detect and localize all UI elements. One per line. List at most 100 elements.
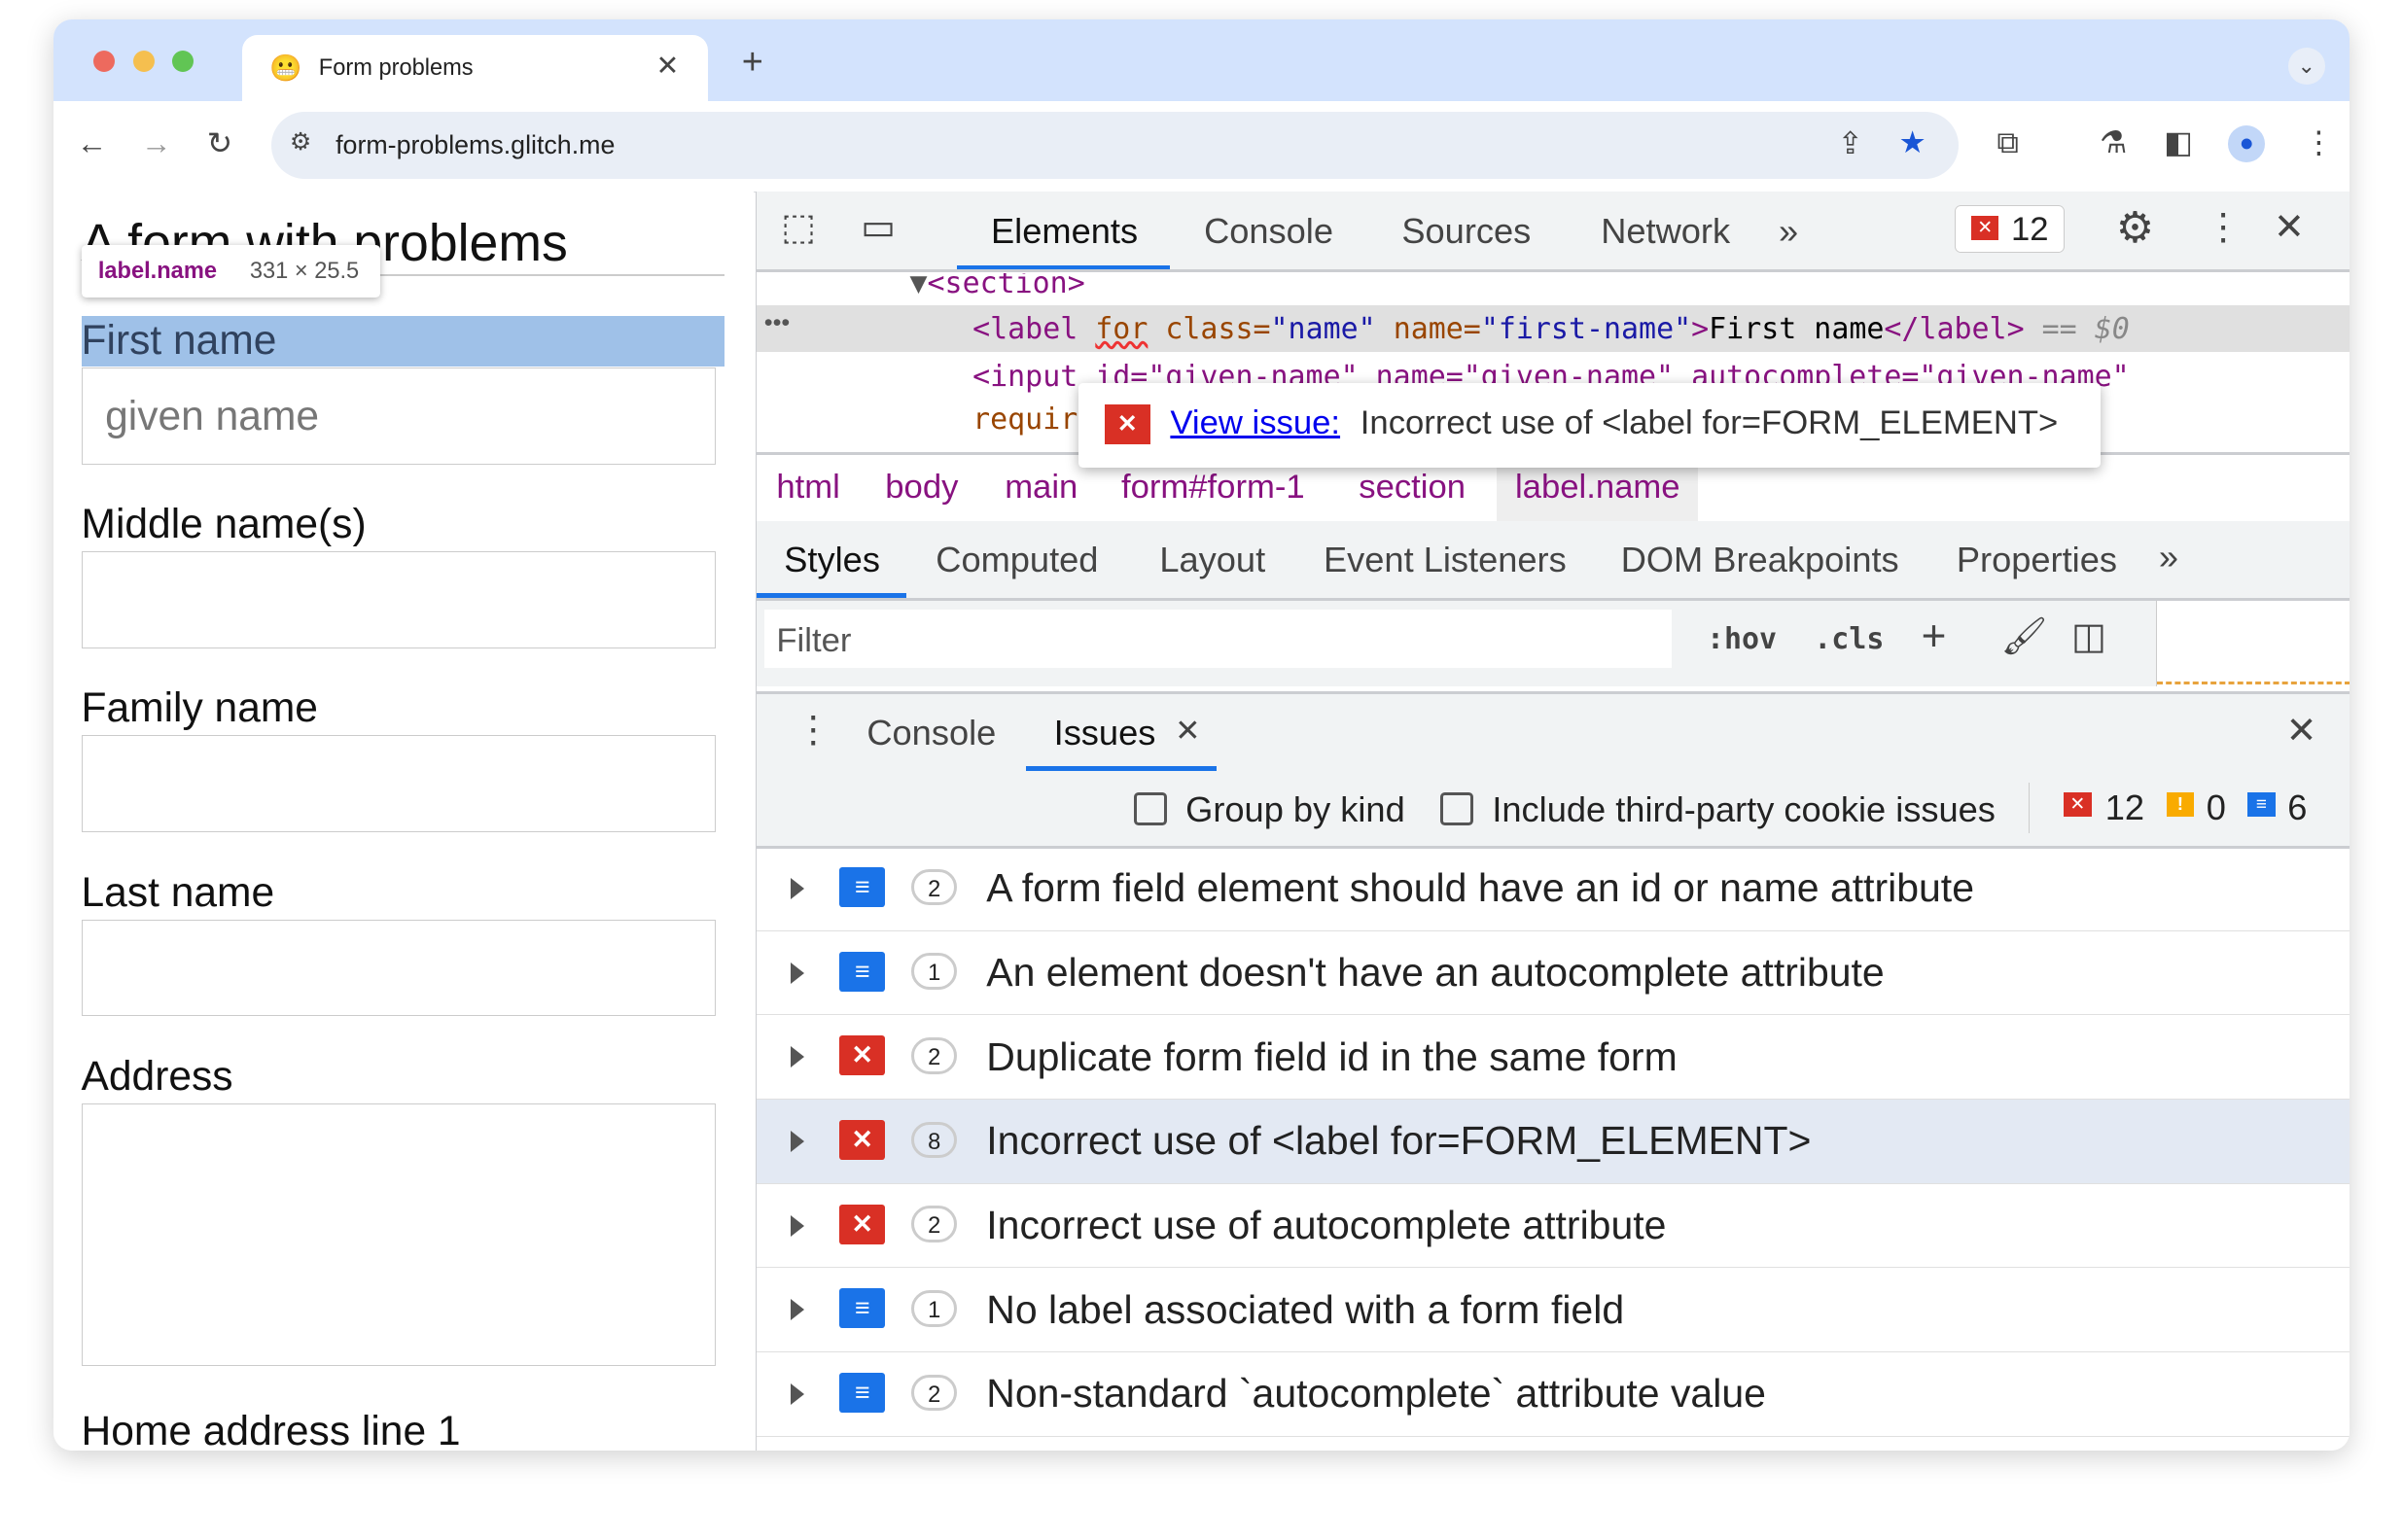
- reload-icon[interactable]: ↻: [207, 128, 232, 159]
- error-icon: ✕: [1971, 215, 1999, 240]
- close-tab-icon[interactable]: ✕: [655, 52, 679, 80]
- favicon-icon: 😬: [269, 52, 302, 83]
- new-tab-icon[interactable]: +: [742, 44, 763, 82]
- error-count: 12: [2010, 210, 2049, 248]
- extensions-icon[interactable]: ⧉: [1997, 126, 2019, 158]
- devtools-menu-icon[interactable]: ⋮: [2205, 209, 2242, 247]
- settings-gear-icon[interactable]: ⚙: [2116, 206, 2155, 250]
- filter-input[interactable]: Filter: [763, 610, 1672, 669]
- issue-row[interactable]: ≡ 1 An element doesn't have an autocompl…: [756, 931, 2350, 1016]
- new-style-rule-icon[interactable]: +: [1922, 615, 1947, 658]
- expand-arrow-icon[interactable]: [790, 962, 804, 984]
- tab-event-listeners[interactable]: Event Listeners: [1324, 540, 1567, 580]
- address-bar[interactable]: ⚙ form-problems.glitch.me ⇪ ★: [270, 112, 1959, 180]
- tab-sources[interactable]: Sources: [1401, 211, 1531, 252]
- middle-name-input[interactable]: [81, 551, 717, 649]
- close-drawer-icon[interactable]: ✕: [2286, 713, 2317, 751]
- issues-toolbar: Group by kind Include third-party cookie…: [756, 770, 2350, 849]
- drawer-tab-console[interactable]: Console: [866, 713, 996, 753]
- tab-dom-breakpoints[interactable]: DOM Breakpoints: [1621, 540, 1899, 580]
- tab-elements[interactable]: Elements: [991, 211, 1138, 252]
- third-party-label: Include third-party cookie issues: [1492, 788, 1996, 829]
- site-settings-icon[interactable]: ⚙: [290, 129, 312, 155]
- address-textarea[interactable]: [81, 1102, 717, 1366]
- chrome-menu-icon[interactable]: ⋮: [2304, 126, 2335, 158]
- share-icon[interactable]: ⇪: [1837, 128, 1862, 159]
- tab-properties[interactable]: Properties: [1957, 540, 2117, 580]
- expand-arrow-icon[interactable]: [790, 1214, 804, 1237]
- issue-row[interactable]: ✕ 8 Incorrect use of <label for=FORM_ELE…: [756, 1100, 2350, 1184]
- close-devtools-icon[interactable]: ✕: [2274, 209, 2305, 247]
- family-name-label: Family name: [81, 684, 318, 732]
- devtools-panel: ⬚ ▭ Elements Console Sources Network » ✕…: [755, 191, 2350, 1452]
- issue-row[interactable]: ✕ 2 Duplicate form field id in the same …: [756, 1016, 2350, 1100]
- expand-arrow-icon[interactable]: [790, 1046, 804, 1068]
- back-icon[interactable]: ←: [77, 128, 108, 159]
- expand-arrow-icon[interactable]: [790, 877, 804, 899]
- first-name-input[interactable]: given name: [81, 368, 717, 465]
- issue-title: No label associated with a form field: [986, 1286, 1625, 1332]
- breadcrumb-body[interactable]: body: [885, 469, 958, 507]
- tab-layout[interactable]: Layout: [1159, 540, 1265, 580]
- last-name-input[interactable]: [81, 919, 717, 1017]
- info-icon: ≡: [839, 1373, 886, 1413]
- tab-computed[interactable]: Computed: [936, 540, 1098, 580]
- breadcrumb-form[interactable]: form#form-1: [1121, 469, 1305, 507]
- issue-row[interactable]: ≡ 2 A form field element should have an …: [756, 847, 2350, 931]
- issue-row[interactable]: ≡ 1 No label associated with a form fiel…: [756, 1269, 2350, 1352]
- toggle-sidebar-icon[interactable]: ◫: [2071, 618, 2106, 656]
- issue-popup-text: Incorrect use of <label for=FORM_ELEMENT…: [1360, 404, 2059, 442]
- breadcrumb-main[interactable]: main: [1005, 469, 1078, 507]
- error-icon: ✕: [1104, 404, 1150, 444]
- expand-arrow-icon[interactable]: [790, 1131, 804, 1152]
- issue-row[interactable]: ≡ 2 Non-standard `autocomplete` attribut…: [756, 1353, 2350, 1437]
- expand-arrow-icon[interactable]: [790, 1299, 804, 1321]
- drawer-tab-issues[interactable]: Issues: [1054, 713, 1156, 753]
- close-window-button[interactable]: [93, 51, 116, 73]
- forward-icon[interactable]: →: [141, 128, 172, 159]
- drawer-menu-icon[interactable]: ⋮: [795, 712, 831, 750]
- view-issue-link[interactable]: View issue:: [1170, 404, 1340, 442]
- issue-count: 1: [911, 953, 958, 991]
- dom-line-section[interactable]: ▼<section>: [909, 273, 1084, 301]
- profile-avatar-icon[interactable]: ●: [2228, 125, 2266, 163]
- device-toolbar-icon[interactable]: ▭: [861, 209, 896, 247]
- breadcrumb-section[interactable]: section: [1359, 469, 1466, 507]
- bookmark-star-icon[interactable]: ★: [1899, 126, 1926, 158]
- styles-tabs: Styles Computed Layout Event Listeners D…: [756, 520, 2350, 601]
- hov-button[interactable]: :hov: [1707, 622, 1777, 656]
- error-icon: ✕: [839, 1035, 886, 1076]
- inspect-element-icon[interactable]: ⬚: [781, 209, 816, 247]
- family-name-input[interactable]: [81, 735, 717, 833]
- breadcrumb-html[interactable]: html: [776, 469, 839, 507]
- drawer-tabs: ⋮ Console Issues ✕ ✕: [756, 690, 2350, 774]
- tab-network[interactable]: Network: [1601, 211, 1730, 252]
- cls-button[interactable]: .cls: [1814, 622, 1884, 656]
- tab-search-chevron-icon[interactable]: ⌄: [2287, 47, 2325, 85]
- error-icon: ✕: [839, 1119, 886, 1160]
- issue-row[interactable]: ✕ 2 Incorrect use of autocomplete attrib…: [756, 1184, 2350, 1269]
- side-panel-icon[interactable]: ◧: [2164, 126, 2193, 158]
- more-style-tabs-icon[interactable]: »: [2159, 537, 2178, 578]
- tooltip-size: 331 × 25.5: [249, 259, 360, 285]
- browser-tab[interactable]: 😬 Form problems ✕: [241, 35, 709, 101]
- dom-line-label[interactable]: <label for class="name" name="first-name…: [972, 312, 2130, 346]
- issue-count: 8: [911, 1121, 958, 1159]
- third-party-checkbox[interactable]: [1439, 791, 1474, 826]
- labs-flask-icon[interactable]: ⚗: [2100, 126, 2127, 158]
- maximize-window-button[interactable]: [171, 51, 194, 73]
- dom-line-more-icon[interactable]: •••: [764, 309, 790, 337]
- expand-arrow-icon[interactable]: [790, 1383, 804, 1406]
- toolbar-divider: [2028, 783, 2031, 834]
- styles-active-indicator: [756, 592, 907, 598]
- url-text[interactable]: form-problems.glitch.me: [336, 130, 615, 160]
- issue-title: Incorrect use of autocomplete attribute: [986, 1203, 1667, 1248]
- error-count-badge[interactable]: ✕ 12: [1955, 205, 2065, 254]
- tab-styles[interactable]: Styles: [784, 540, 880, 580]
- minimize-window-button[interactable]: [133, 51, 156, 73]
- paint-brush-icon[interactable]: 🖌: [2001, 618, 2048, 656]
- group-by-kind-checkbox[interactable]: [1133, 791, 1167, 826]
- more-tabs-chevron-icon[interactable]: »: [1779, 211, 1798, 252]
- tab-console[interactable]: Console: [1204, 211, 1333, 252]
- close-issues-tab-icon[interactable]: ✕: [1175, 715, 1200, 747]
